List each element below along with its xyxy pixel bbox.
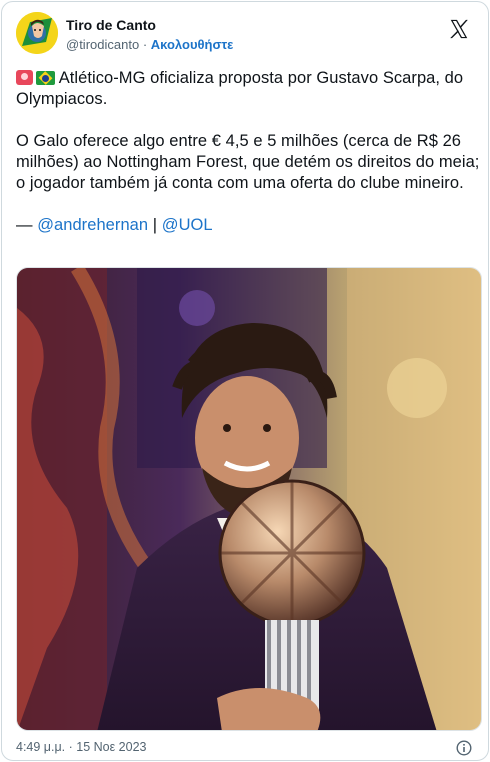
x-logo-icon[interactable]: [448, 18, 470, 40]
avatar[interactable]: [16, 12, 58, 54]
tweet-footer: 4:49 μ.μ. · 15 Νοε 2023: [16, 740, 474, 758]
handle-row: @tirodicanto · Ακολουθήστε: [66, 36, 233, 54]
avatar-image: [16, 12, 58, 54]
display-name[interactable]: Tiro de Canto: [66, 16, 233, 34]
author-block: Tiro de Canto @tirodicanto · Ακολουθήστε: [66, 16, 233, 54]
handle[interactable]: @tirodicanto: [66, 37, 139, 52]
credit-separator: |: [152, 216, 158, 234]
tweet-body: O Galo oferece algo entre € 4,5 e 5 milh…: [16, 132, 480, 192]
info-icon[interactable]: [456, 740, 472, 756]
siren-emoji-icon: [16, 70, 33, 85]
tweet-header: Tiro de Canto @tirodicanto · Ακολουθήστε: [16, 12, 474, 58]
mention-andrehernan[interactable]: @andrehernan: [37, 216, 148, 234]
credit-dash: —: [16, 216, 33, 234]
timestamp[interactable]: 4:49 μ.μ. · 15 Νοε 2023: [16, 740, 146, 754]
tweet-credit: — @andrehernan | @UOL: [16, 215, 482, 236]
tweet-headline: Atlético-MG oficializa proposta por Gust…: [16, 68, 482, 110]
brazil-flag-emoji-icon: [36, 71, 55, 85]
tweet-card: Tiro de Canto @tirodicanto · Ακολουθήστε…: [1, 1, 489, 761]
follow-button[interactable]: Ακολουθήστε: [151, 37, 234, 52]
tweet-text: Atlético-MG oficializa proposta por Gust…: [16, 68, 482, 257]
handle-separator: ·: [142, 37, 148, 52]
photo-image: [17, 268, 481, 730]
headline-text: Atlético-MG oficializa proposta por Gust…: [16, 69, 464, 108]
tweet-photo[interactable]: [16, 267, 482, 731]
mention-uol[interactable]: @UOL: [162, 216, 213, 234]
